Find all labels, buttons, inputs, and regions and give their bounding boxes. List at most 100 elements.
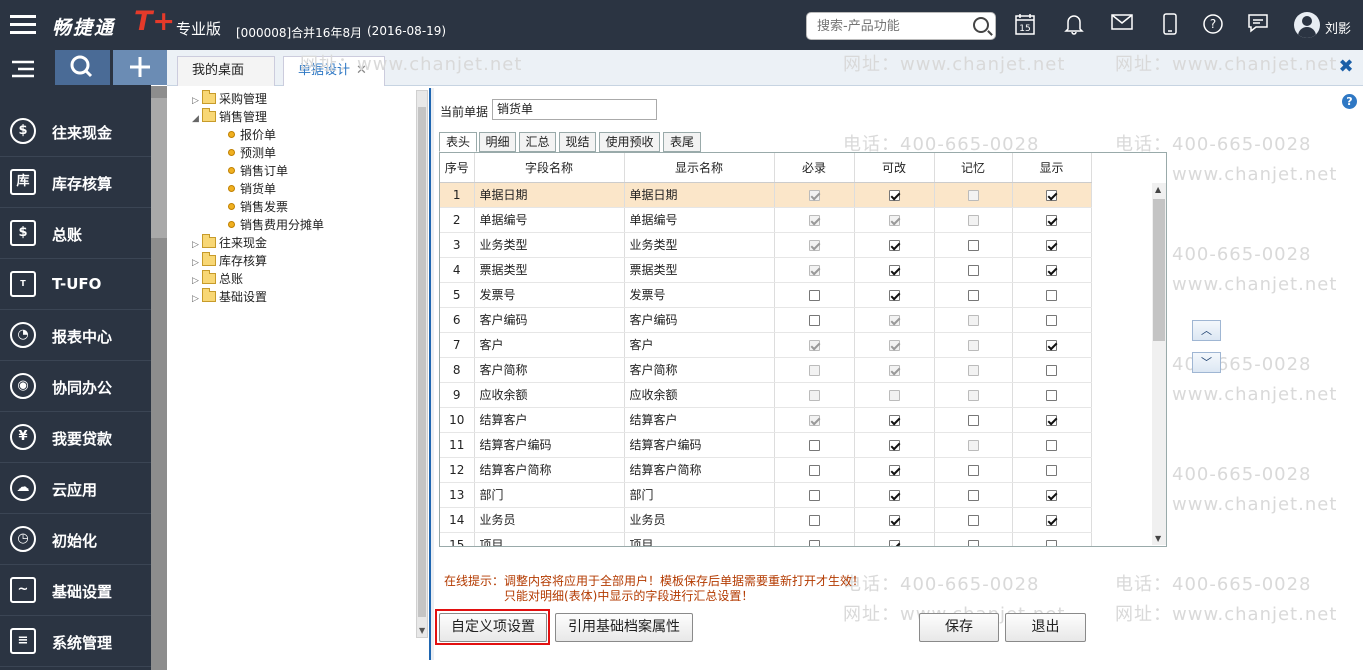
visible-checkbox[interactable] — [1046, 189, 1057, 201]
bell-icon[interactable] — [1062, 13, 1086, 37]
table-row[interactable]: 12 结算客户简称 结算客户简称 — [440, 457, 1092, 483]
ref-attr-button[interactable]: 引用基础档案属性 — [555, 613, 693, 642]
visible-checkbox[interactable] — [1046, 364, 1057, 376]
table-row[interactable]: 7 客户 客户 — [440, 332, 1092, 358]
table-row[interactable]: 2 单据编号 单据编号 — [440, 207, 1092, 233]
sidebar-scrollbar[interactable] — [151, 86, 167, 670]
help-circle-icon[interactable]: ? — [1201, 13, 1225, 37]
table-row[interactable]: 13 部门 部门 — [440, 482, 1092, 508]
col-header-required[interactable]: 必录 — [774, 153, 855, 183]
table-row[interactable]: 6 客户编码 客户编码 — [440, 307, 1092, 333]
tab-doc-design[interactable]: 单据设计 ✕ — [283, 56, 385, 86]
tree-node-inventory[interactable]: ▷ 库存核算 — [192, 252, 267, 269]
list-menu-icon[interactable] — [10, 58, 36, 82]
scrollbar-thumb[interactable] — [1153, 199, 1165, 341]
splitter[interactable] — [429, 88, 434, 660]
memory-checkbox[interactable] — [967, 239, 979, 251]
sidebar-search-button[interactable] — [55, 50, 110, 85]
scroll-down-icon[interactable]: ▼ — [419, 626, 425, 635]
table-row[interactable]: 10 结算客户 结算客户 — [440, 407, 1092, 433]
table-row[interactable]: 3 业务类型 业务类型 — [440, 232, 1092, 258]
tab-summary[interactable]: 汇总 — [519, 132, 556, 152]
search-box[interactable] — [806, 12, 996, 40]
visible-checkbox[interactable] — [1046, 314, 1057, 326]
sidebar-item-cash[interactable]: $ 往来现金 — [0, 106, 151, 157]
memory-checkbox[interactable] — [967, 464, 979, 476]
memory-checkbox[interactable] — [967, 514, 979, 526]
editable-checkbox[interactable] — [888, 414, 900, 426]
sidebar-item-system[interactable]: ≡ 系统管理 — [0, 616, 151, 667]
current-doc-field[interactable]: 销货单 — [492, 99, 657, 120]
table-row[interactable]: 14 业务员 业务员 — [440, 507, 1092, 533]
editable-checkbox[interactable] — [888, 289, 900, 301]
search-icon[interactable] — [973, 17, 989, 33]
tree-node-sales[interactable]: ◢ 销售管理 — [192, 108, 267, 125]
col-header-no[interactable]: 序号 — [440, 153, 475, 183]
tree-node-basic[interactable]: ▷ 基础设置 — [192, 288, 267, 305]
scrollbar-thumb[interactable] — [151, 98, 167, 238]
visible-checkbox[interactable] — [1046, 389, 1057, 401]
visible-checkbox[interactable] — [1046, 214, 1057, 226]
required-checkbox[interactable] — [808, 539, 820, 546]
sidebar-item-cloud[interactable]: ☁ 云应用 — [0, 463, 151, 514]
editable-checkbox[interactable] — [888, 439, 900, 451]
memory-checkbox[interactable] — [967, 489, 979, 501]
sidebar-item-ledger[interactable]: $ 总账 — [0, 208, 151, 259]
tree-node-ledger[interactable]: ▷ 总账 — [192, 270, 243, 287]
search-input[interactable] — [817, 17, 967, 35]
tree-node-sales-order[interactable]: 销售订单 — [228, 162, 288, 179]
visible-checkbox[interactable] — [1046, 264, 1057, 276]
required-checkbox[interactable] — [808, 464, 820, 476]
scroll-down-icon[interactable]: ▼ — [1155, 534, 1161, 543]
tab-detail[interactable]: 明细 — [479, 132, 516, 152]
editable-checkbox[interactable] — [888, 539, 900, 546]
sidebar-item-inventory[interactable]: 库库存核算 — [0, 157, 151, 208]
tree-node-invoice[interactable]: 销售发票 — [228, 198, 288, 215]
tree-node-purchase[interactable]: ▷ 采购管理 — [192, 90, 267, 107]
user-name[interactable]: 刘影 — [1325, 18, 1351, 37]
editable-checkbox[interactable] — [888, 189, 900, 201]
sidebar-item-tufo[interactable]: T T-UFO — [0, 259, 151, 310]
table-row[interactable]: 1 单据日期 单据日期 — [440, 182, 1092, 208]
menu-icon[interactable] — [8, 12, 38, 38]
tab-desktop[interactable]: 我的桌面 — [177, 56, 275, 86]
mobile-icon[interactable] — [1158, 13, 1182, 37]
help-icon[interactable]: ? — [1342, 94, 1357, 109]
col-header-visible[interactable]: 显示 — [1012, 153, 1092, 183]
move-down-button[interactable]: ﹀ — [1192, 352, 1221, 373]
sidebar-item-init[interactable]: ◷ 初始化 — [0, 514, 151, 565]
avatar[interactable] — [1294, 12, 1320, 38]
tree-node-quote[interactable]: 报价单 — [228, 126, 276, 143]
table-row[interactable]: 5 发票号 发票号 — [440, 282, 1092, 308]
table-row[interactable]: 4 票据类型 票据类型 — [440, 257, 1092, 283]
col-header-editable[interactable]: 可改 — [854, 153, 935, 183]
visible-checkbox[interactable] — [1046, 414, 1057, 426]
exit-button[interactable]: 退出 — [1005, 613, 1086, 642]
sidebar-item-office[interactable]: ◉ 协同办公 — [0, 361, 151, 412]
mail-icon[interactable] — [1110, 13, 1134, 37]
editable-checkbox[interactable] — [888, 514, 900, 526]
close-window-icon[interactable]: ✖ — [1333, 54, 1359, 80]
required-checkbox[interactable] — [808, 314, 820, 326]
memory-checkbox[interactable] — [967, 289, 979, 301]
required-checkbox[interactable] — [808, 439, 820, 451]
chat-icon[interactable] — [1246, 13, 1270, 37]
table-row[interactable]: 11 结算客户编码 结算客户编码 — [440, 432, 1092, 458]
memory-checkbox[interactable] — [967, 539, 979, 546]
tree-scrollbar[interactable]: ▼ — [416, 90, 428, 638]
memory-checkbox[interactable] — [967, 264, 979, 276]
visible-checkbox[interactable] — [1046, 489, 1057, 501]
tab-header[interactable]: 表头 — [439, 132, 477, 152]
tab-footer[interactable]: 表尾 — [663, 132, 701, 152]
editable-checkbox[interactable] — [888, 264, 900, 276]
visible-checkbox[interactable] — [1046, 339, 1057, 351]
sidebar-add-button[interactable] — [113, 50, 167, 85]
table-row[interactable]: 8 客户简称 客户简称 — [440, 357, 1092, 383]
scrollbar-thumb[interactable] — [418, 107, 426, 617]
visible-checkbox[interactable] — [1046, 439, 1057, 451]
tree-node-forecast[interactable]: 预测单 — [228, 144, 276, 161]
col-header-display[interactable]: 显示名称 — [624, 153, 775, 183]
tab-prepay[interactable]: 使用预收 — [599, 132, 660, 152]
visible-checkbox[interactable] — [1046, 289, 1057, 301]
tree-node-expense[interactable]: 销售费用分摊单 — [228, 216, 324, 233]
